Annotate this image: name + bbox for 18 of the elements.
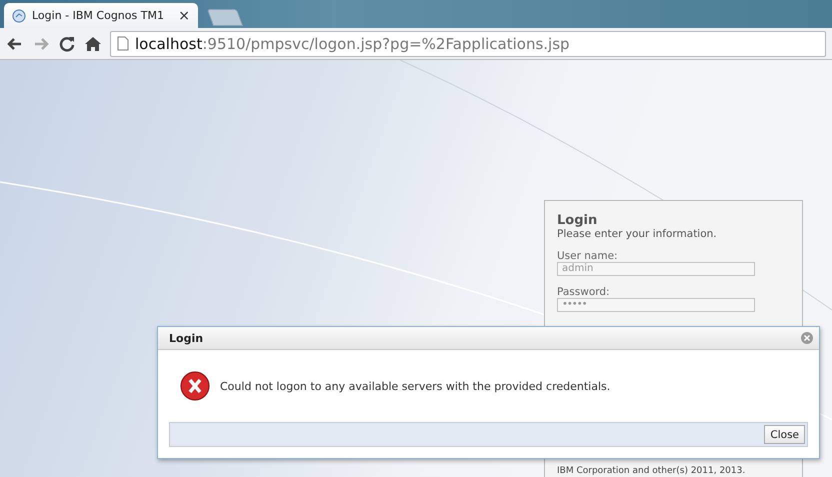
error-message: Could not logon to any available servers with the provided credentials. [220,380,610,392]
address-bar[interactable]: localhost:9510/pmpsvc/logon.jsp?pg=%2Fapplications.jsp [110,30,826,56]
close-button[interactable]: Close [764,425,805,444]
browser-tab[interactable]: Login - IBM Cognos TM1 × [4,3,198,28]
home-icon[interactable] [84,34,102,52]
error-icon [180,371,210,401]
field-label: Password: [557,286,611,298]
field-label: User name: [557,250,619,262]
tab-title: Login - IBM Cognos TM1 [32,9,165,22]
url-text: localhost:9510/pmpsvc/logon.jsp?pg=%2Fapplications.jsp [135,34,570,52]
close-icon[interactable] [801,332,813,344]
dialog-title: Login [169,332,204,344]
reload-icon[interactable] [58,34,76,52]
page-icon [117,36,129,51]
login-subtitle: Please enter your information. [557,228,718,240]
login-title: Login [557,213,598,228]
tab-close-button[interactable]: × [178,8,190,24]
copyright-text: IBM Corporation and other(s) 2011, 2013. [557,466,746,476]
